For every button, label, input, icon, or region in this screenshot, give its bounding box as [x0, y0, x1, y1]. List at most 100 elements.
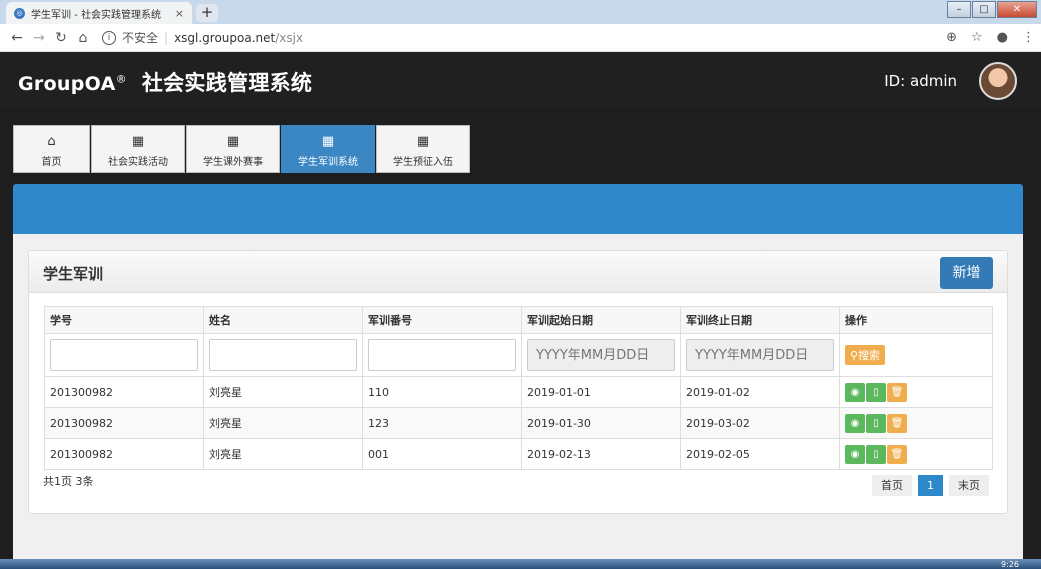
browser-tab[interactable]: ◎ 学生军训 - 社会实践管理系统 × [6, 2, 192, 24]
profile-icon[interactable]: ● [997, 30, 1008, 45]
cell-start-date: 2019-02-13 [521, 438, 681, 470]
url-divider: | [164, 30, 169, 45]
bookmark-star-icon[interactable]: ☆ [971, 30, 983, 45]
home-browser-icon[interactable]: ⌂ [72, 30, 94, 46]
column-header[interactable]: 学号 [44, 306, 204, 334]
column-header[interactable]: 姓名 [203, 306, 363, 334]
cell-actions: ◉ ▯ 🗑 [839, 407, 993, 439]
view-eye-icon[interactable]: ◉ [845, 382, 865, 402]
edit-file-icon[interactable]: ▯ [866, 382, 886, 402]
cell-student-no: 201300982 [44, 376, 204, 408]
grid-icon: ▦ [226, 134, 240, 149]
train-no-filter-input[interactable] [368, 339, 516, 371]
user-id-label[interactable]: ID: admin [884, 72, 957, 90]
cell-name: 刘亮星 [203, 376, 363, 408]
cell-end-date: 2019-03-02 [680, 407, 840, 439]
current-page-button[interactable]: 1 [918, 475, 943, 496]
window-controls: – □ ✕ [946, 1, 1037, 18]
info-icon[interactable]: i [102, 30, 116, 45]
student-no-filter-input[interactable] [50, 339, 198, 371]
cell-student-no: 201300982 [44, 438, 204, 470]
table-header-row: 学号 姓名 军训番号 军训起始日期 军训终止日期 操作 [44, 306, 993, 334]
first-page-button[interactable]: 首页 [872, 475, 912, 496]
back-arrow-icon[interactable]: ← [6, 30, 28, 46]
view-eye-icon[interactable]: ◉ [845, 413, 865, 433]
pagination: 首页 1 末页 [866, 475, 989, 496]
cell-actions: ◉ ▯ 🗑 [839, 376, 993, 408]
end-date-filter-input[interactable] [686, 339, 834, 371]
content-header-band [13, 184, 1023, 234]
tab-label: 学生预征入伍 [393, 157, 453, 168]
cell-actions: ◉ ▯ 🗑 [839, 438, 993, 470]
tab-enlistment[interactable]: ▦ 学生预征入伍 [376, 125, 470, 173]
delete-trash-icon[interactable]: 🗑 [887, 382, 907, 402]
forward-arrow-icon[interactable]: → [28, 30, 50, 46]
tab-military-training[interactable]: ▦ 学生军训系统 [281, 125, 375, 173]
delete-trash-icon[interactable]: 🗑 [887, 444, 907, 464]
browser-tab-bar: ◎ 学生军训 - 社会实践管理系统 × + – □ ✕ [0, 0, 1041, 24]
column-header[interactable]: 军训番号 [362, 306, 522, 334]
table-row[interactable]: 201300982 刘亮星 110 2019-01-01 2019-01-02 … [44, 376, 993, 408]
edit-file-icon[interactable]: ▯ [866, 444, 886, 464]
avatar[interactable] [979, 62, 1017, 100]
search-label: 搜索 [858, 349, 881, 362]
cell-train-no: 110 [362, 376, 522, 408]
registered-mark: ® [115, 72, 127, 86]
view-eye-icon[interactable]: ◉ [845, 444, 865, 464]
url-path: /xsjx [275, 30, 304, 45]
cell-name: 刘亮星 [203, 438, 363, 470]
page-title: 学生军训 [43, 265, 104, 283]
cell-end-date: 2019-01-02 [680, 376, 840, 408]
window-close-button[interactable]: ✕ [997, 1, 1037, 18]
cell-train-no: 123 [362, 407, 522, 439]
tab-label: 学生军训系统 [298, 157, 358, 168]
app-header: GroupOA® 社会实践管理系统 ID: admin [0, 53, 1041, 109]
column-header[interactable]: 军训起始日期 [521, 306, 681, 334]
cell-train-no: 001 [362, 438, 522, 470]
site-favicon-icon: ◎ [14, 7, 25, 19]
tab-home[interactable]: ⌂ 首页 [13, 125, 90, 173]
minimize-button[interactable]: – [947, 1, 971, 18]
browser-tab-title: 学生军训 - 社会实践管理系统 [31, 9, 161, 21]
module-tabs: ⌂ 首页 ▦ 社会实践活动 ▦ 学生课外赛事 ▦ 学生军训系统 ▦ 学生预征入伍 [13, 125, 471, 173]
name-filter-input[interactable] [209, 339, 357, 371]
os-taskbar [0, 559, 1041, 569]
tab-close-icon[interactable]: × [175, 7, 184, 20]
tab-label: 学生课外赛事 [203, 157, 263, 168]
grid-icon: ▦ [416, 134, 430, 149]
system-title: 社会实践管理系统 [141, 71, 313, 95]
cell-name: 刘亮星 [203, 407, 363, 439]
menu-dots-icon[interactable]: ⋮ [1022, 30, 1035, 45]
taskbar-clock: 9:26 [1001, 560, 1019, 569]
url-field[interactable]: i 不安全 | xsgl.groupoa.net /xsjx [102, 29, 303, 46]
tab-competitions[interactable]: ▦ 学生课外赛事 [186, 125, 280, 173]
cell-student-no: 201300982 [44, 407, 204, 439]
training-panel: 学生军训 新增 学号 姓名 军训番号 军训起始日期 军训终止日期 操作 YYYY… [28, 250, 1008, 514]
search-icon: ⚲ [850, 349, 859, 362]
table-row[interactable]: 201300982 刘亮星 001 2019-02-13 2019-02-05 … [44, 438, 993, 470]
new-tab-button[interactable]: + [196, 4, 218, 22]
training-table: 学号 姓名 军训番号 军训起始日期 军训终止日期 操作 ⚲搜索 [44, 306, 993, 470]
tab-label: 首页 [41, 157, 62, 168]
cell-start-date: 2019-01-30 [521, 407, 681, 439]
delete-trash-icon[interactable]: 🗑 [887, 413, 907, 433]
grid-icon: ▦ [321, 134, 335, 149]
tab-social-practice[interactable]: ▦ 社会实践活动 [91, 125, 185, 173]
last-page-button[interactable]: 末页 [949, 475, 989, 496]
brand-logo[interactable]: GroupOA® 社会实践管理系统 [18, 67, 312, 97]
zoom-icon[interactable]: ⊕ [946, 30, 957, 45]
home-icon: ⌂ [47, 134, 56, 149]
url-host: xsgl.groupoa.net [174, 30, 276, 45]
table-row[interactable]: 201300982 刘亮星 123 2019-01-30 2019-03-02 … [44, 407, 993, 439]
add-button[interactable]: 新增 [940, 257, 993, 289]
maximize-button[interactable]: □ [972, 1, 996, 18]
search-button[interactable]: ⚲搜索 [845, 345, 886, 365]
column-header[interactable]: 军训终止日期 [680, 306, 840, 334]
panel-header: 学生军训 新增 [29, 251, 1007, 293]
start-date-filter-input[interactable] [527, 339, 675, 371]
brand-name: GroupOA [18, 73, 116, 95]
edit-file-icon[interactable]: ▯ [866, 413, 886, 433]
reload-icon[interactable]: ↻ [50, 30, 72, 46]
filter-row: ⚲搜索 [44, 333, 993, 377]
cell-start-date: 2019-01-01 [521, 376, 681, 408]
